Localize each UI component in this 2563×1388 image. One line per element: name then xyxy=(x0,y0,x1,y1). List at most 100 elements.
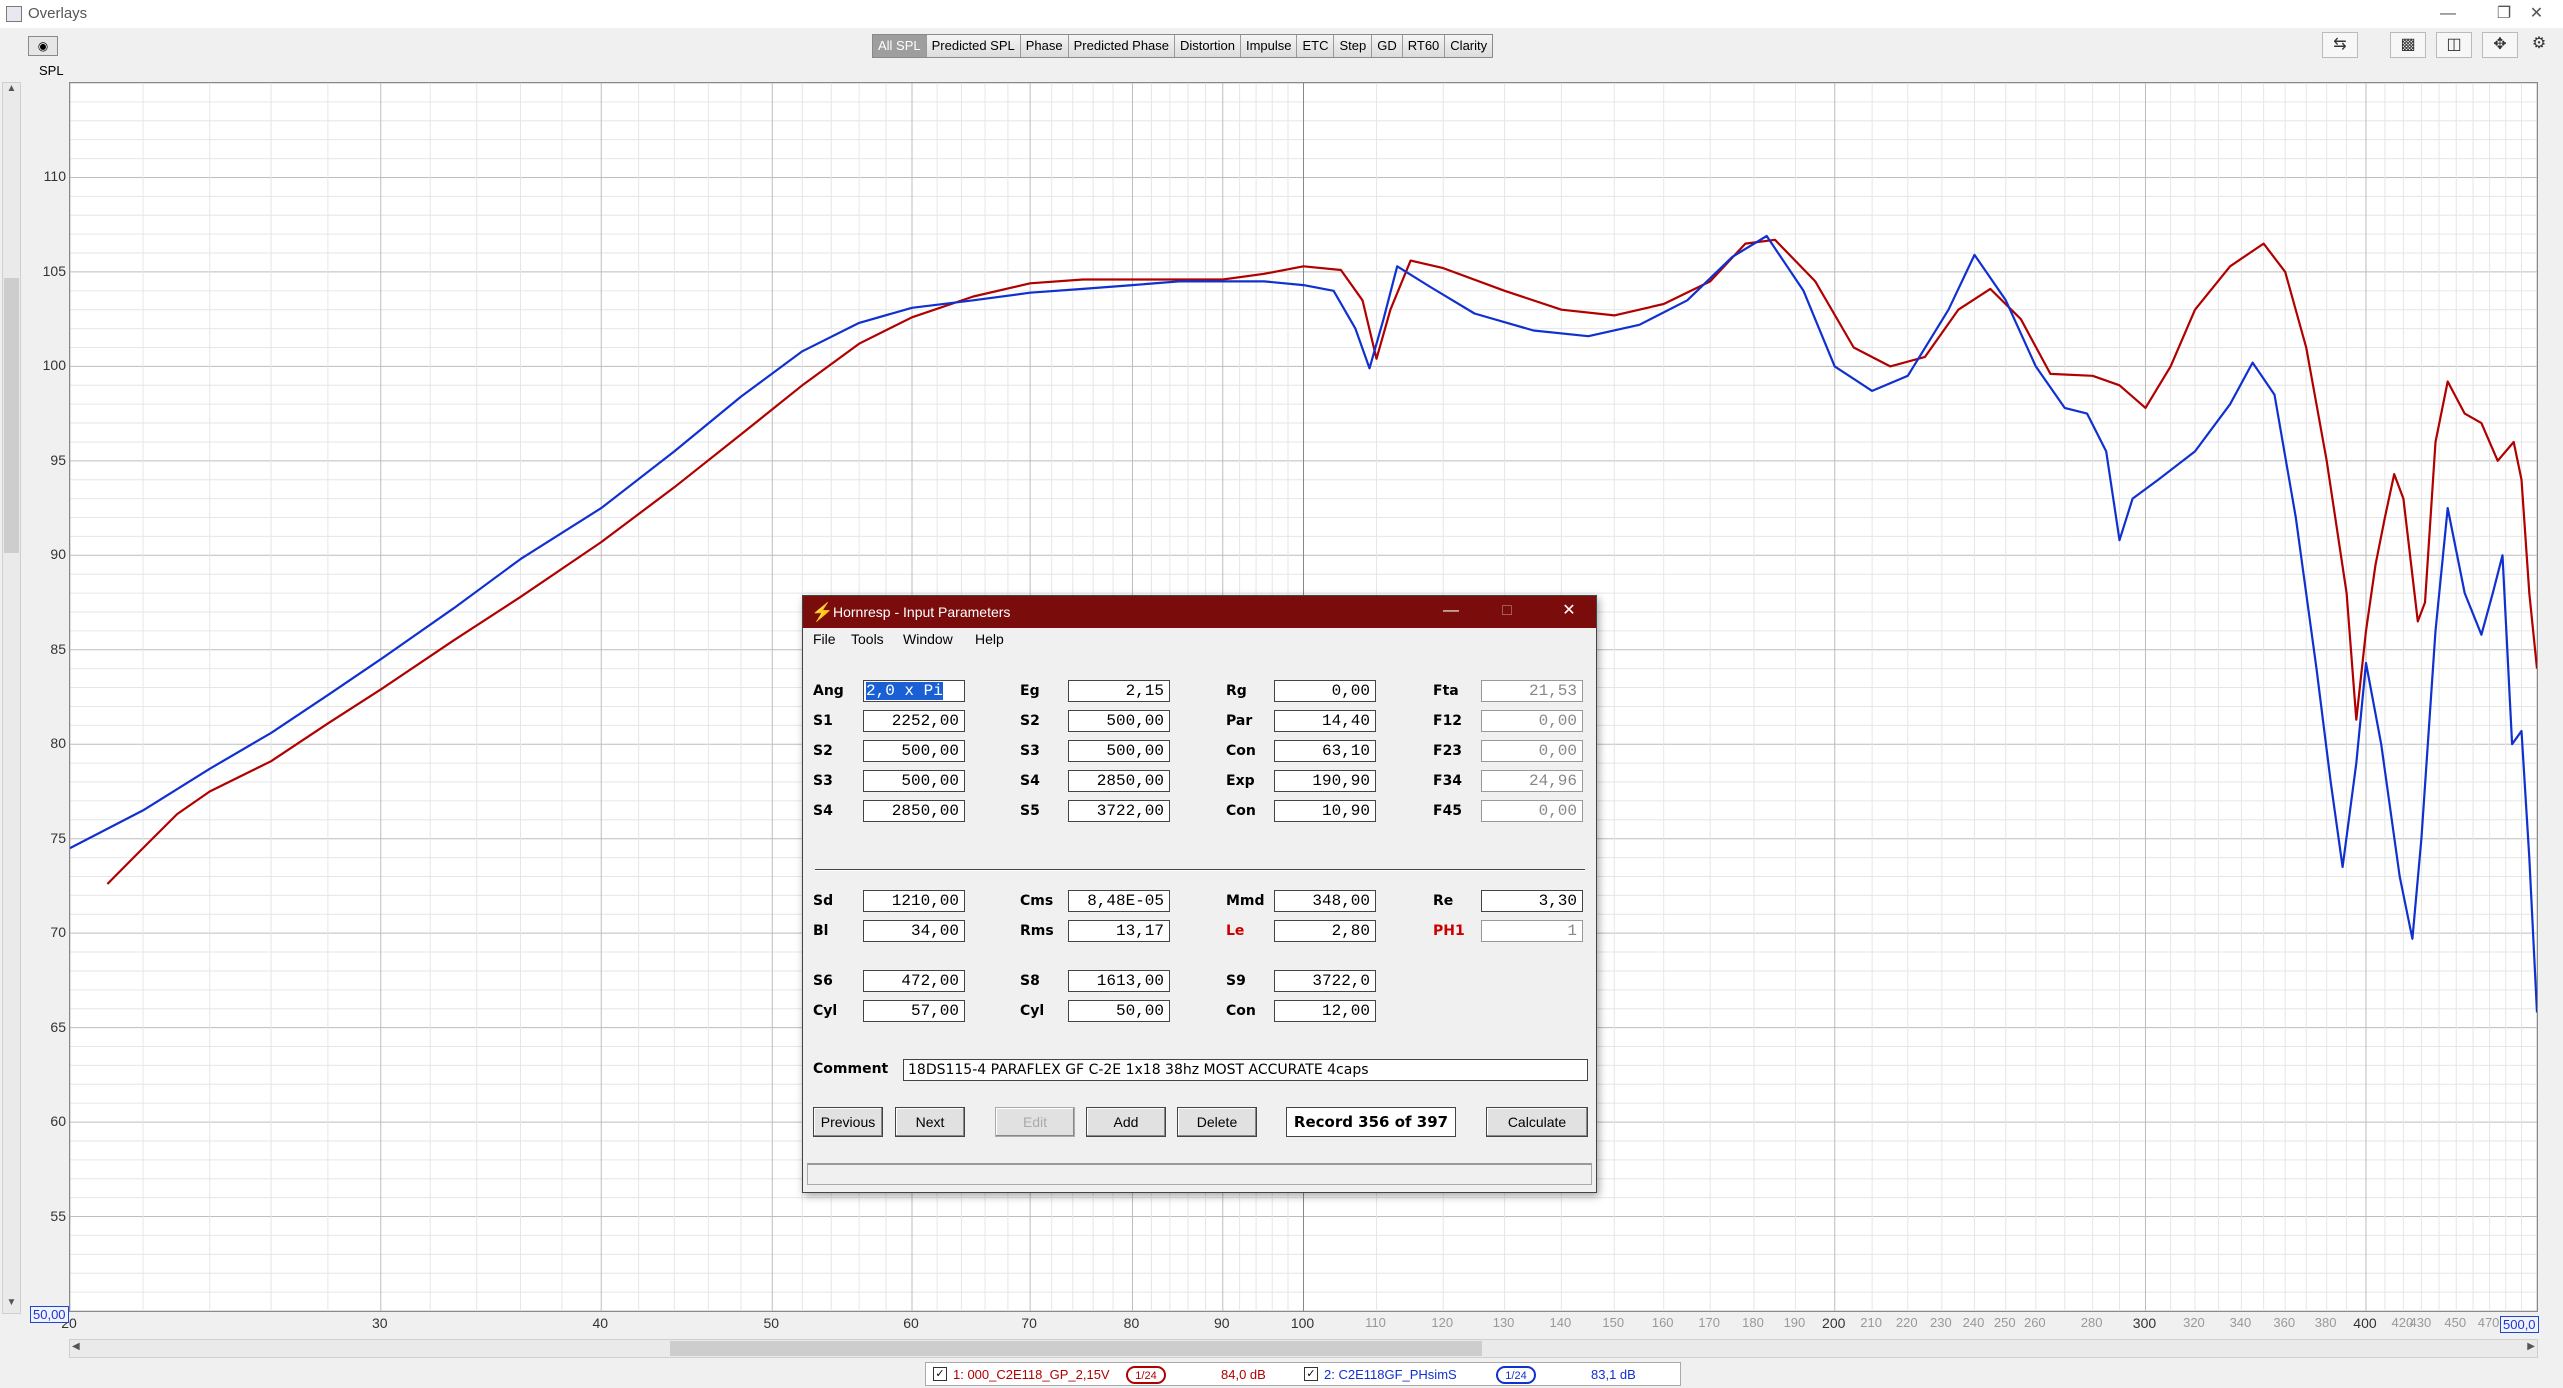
scroll-right-icon[interactable]: ▶ xyxy=(2527,1341,2535,1352)
tab-predicted-phase[interactable]: Predicted Phase xyxy=(1068,35,1176,57)
field-con1[interactable]: 63,10 xyxy=(1274,740,1376,762)
field-rms[interactable]: 13,17 xyxy=(1068,920,1170,942)
label-s3b: S3 xyxy=(813,773,833,789)
graph-type-toolbar: All SPL Predicted SPL Phase Predicted Ph… xyxy=(872,34,1494,58)
vertical-scrollbar[interactable]: ▲ ▼ xyxy=(2,82,21,1314)
x-tick-label-minor: 140 xyxy=(1549,1315,1572,1330)
field-cyl1[interactable]: 57,00 xyxy=(863,1000,965,1022)
dialog-close-button[interactable]: ✕ xyxy=(1541,596,1597,628)
field-le[interactable]: 2,80 xyxy=(1274,920,1376,942)
field-s5[interactable]: 3722,00 xyxy=(1068,800,1170,822)
dialog-title-bar[interactable]: ⚡ Hornresp - Input Parameters — □ ✕ xyxy=(803,596,1596,628)
field-cms[interactable]: 8,48E-05 xyxy=(1068,890,1170,912)
horizontal-scroll-thumb[interactable] xyxy=(670,1341,1482,1356)
next-button[interactable]: Next xyxy=(895,1107,965,1137)
field-f45[interactable]: 0,00 xyxy=(1481,800,1583,822)
field-s9[interactable]: 3722,0 xyxy=(1274,970,1376,992)
x-tick-label-minor: 280 xyxy=(2080,1315,2103,1330)
tab-phase[interactable]: Phase xyxy=(1020,35,1069,57)
trace1-smoothing[interactable]: 1/24 xyxy=(1126,1366,1166,1384)
field-s6[interactable]: 472,00 xyxy=(863,970,965,992)
capture-icon[interactable]: ▩ xyxy=(2390,32,2426,58)
comment-field[interactable]: 18DS115-4 PARAFLEX GF C-2E 1x18 38hz MOS… xyxy=(903,1059,1588,1081)
label-con2: Con xyxy=(1226,803,1256,819)
x-max-field[interactable]: 500,0 xyxy=(2500,1316,2539,1333)
tab-clarity[interactable]: Clarity xyxy=(1445,35,1493,57)
scroll-up-icon[interactable]: ▲ xyxy=(3,83,20,99)
field-rg[interactable]: 0,00 xyxy=(1274,680,1376,702)
field-s2a[interactable]: 500,00 xyxy=(1068,710,1170,732)
field-s3a[interactable]: 500,00 xyxy=(1068,740,1170,762)
scroll-down-icon[interactable]: ▼ xyxy=(3,1297,20,1313)
app-icon xyxy=(6,6,22,22)
close-button[interactable]: ✕ xyxy=(2510,0,2563,28)
field-s4a[interactable]: 2850,00 xyxy=(1068,770,1170,792)
field-bl[interactable]: 34,00 xyxy=(863,920,965,942)
label-ang: Ang xyxy=(813,683,844,699)
dialog-minimize-button[interactable]: — xyxy=(1423,596,1479,628)
field-ph1[interactable]: 1 xyxy=(1481,920,1583,942)
trace2-name[interactable]: 2: C2E118GF_PHsimS xyxy=(1324,1367,1457,1382)
field-sd[interactable]: 1210,00 xyxy=(863,890,965,912)
columns-icon[interactable]: ◫ xyxy=(2436,32,2472,58)
edit-button[interactable]: Edit xyxy=(995,1107,1075,1137)
field-fta[interactable]: 21,53 xyxy=(1481,680,1583,702)
trace2-smoothing[interactable]: 1/24 xyxy=(1496,1366,1536,1384)
x-tick-label-minor: 470 xyxy=(2477,1315,2500,1330)
tab-step[interactable]: Step xyxy=(1334,35,1373,57)
x-tick-label: 70 xyxy=(1021,1315,1037,1331)
field-mmd[interactable]: 348,00 xyxy=(1274,890,1376,912)
x-tick-label-minor: 250 xyxy=(1993,1315,2016,1330)
menu-file[interactable]: File xyxy=(813,631,836,647)
gear-icon[interactable]: ⚙ xyxy=(2528,32,2550,58)
field-s4b[interactable]: 2850,00 xyxy=(863,800,965,822)
field-con2[interactable]: 10,90 xyxy=(1274,800,1376,822)
field-s1a[interactable]: 2252,00 xyxy=(863,710,965,732)
horizontal-scrollbar[interactable]: ◀ ▶ xyxy=(69,1339,2538,1358)
field-s8[interactable]: 1613,00 xyxy=(1068,970,1170,992)
trace1-checkbox[interactable]: ✓ xyxy=(933,1367,947,1381)
field-s3b[interactable]: 500,00 xyxy=(863,770,965,792)
tab-all-spl[interactable]: All SPL xyxy=(873,35,927,57)
add-button[interactable]: Add xyxy=(1086,1107,1166,1137)
minimize-button[interactable]: — xyxy=(2420,0,2476,28)
label-s4a: S4 xyxy=(1020,773,1040,789)
field-con3[interactable]: 12,00 xyxy=(1274,1000,1376,1022)
tab-predicted-spl[interactable]: Predicted SPL xyxy=(926,35,1021,57)
vertical-scroll-thumb[interactable] xyxy=(4,278,19,553)
menu-window[interactable]: Window xyxy=(903,631,953,647)
tab-distortion[interactable]: Distortion xyxy=(1175,35,1241,57)
tab-gd[interactable]: GD xyxy=(1372,35,1403,57)
field-eg[interactable]: 2,15 xyxy=(1068,680,1170,702)
dialog-maximize-button[interactable]: □ xyxy=(1479,596,1535,628)
field-f34[interactable]: 24,96 xyxy=(1481,770,1583,792)
tab-etc[interactable]: ETC xyxy=(1297,35,1335,57)
tab-impulse[interactable]: Impulse xyxy=(1240,35,1298,57)
x-tick-label: 60 xyxy=(903,1315,919,1331)
trace1-name[interactable]: 1: 000_C2E118_GP_2,15V xyxy=(953,1367,1110,1382)
camera-icon[interactable]: ◉ xyxy=(28,36,58,56)
field-ang[interactable]: 2,0 x Pi xyxy=(863,680,965,702)
y-min-field[interactable]: 50,00 xyxy=(30,1306,69,1323)
record-indicator: Record 356 of 397 xyxy=(1286,1107,1456,1137)
trace2-checkbox[interactable]: ✓ xyxy=(1304,1367,1318,1381)
menu-help[interactable]: Help xyxy=(975,631,1004,647)
legend-toggle-icon[interactable]: ⇆ xyxy=(2322,32,2358,58)
field-s2b[interactable]: 500,00 xyxy=(863,740,965,762)
scroll-left-icon[interactable]: ◀ xyxy=(72,1341,80,1352)
calculate-button[interactable]: Calculate xyxy=(1486,1107,1588,1137)
field-f23[interactable]: 0,00 xyxy=(1481,740,1583,762)
label-s2a: S2 xyxy=(1020,713,1040,729)
menu-tools[interactable]: Tools xyxy=(851,631,884,647)
x-tick-label-minor: 450 xyxy=(2444,1315,2467,1330)
field-par[interactable]: 14,40 xyxy=(1274,710,1376,732)
y-axis-label: SPL xyxy=(39,63,64,78)
field-exp[interactable]: 190,90 xyxy=(1274,770,1376,792)
previous-button[interactable]: Previous xyxy=(813,1107,883,1137)
field-f12[interactable]: 0,00 xyxy=(1481,710,1583,732)
delete-button[interactable]: Delete xyxy=(1177,1107,1257,1137)
move-icon[interactable]: ✥ xyxy=(2482,32,2518,58)
field-re[interactable]: 3,30 xyxy=(1481,890,1583,912)
tab-rt60[interactable]: RT60 xyxy=(1402,35,1446,57)
field-cyl2[interactable]: 50,00 xyxy=(1068,1000,1170,1022)
